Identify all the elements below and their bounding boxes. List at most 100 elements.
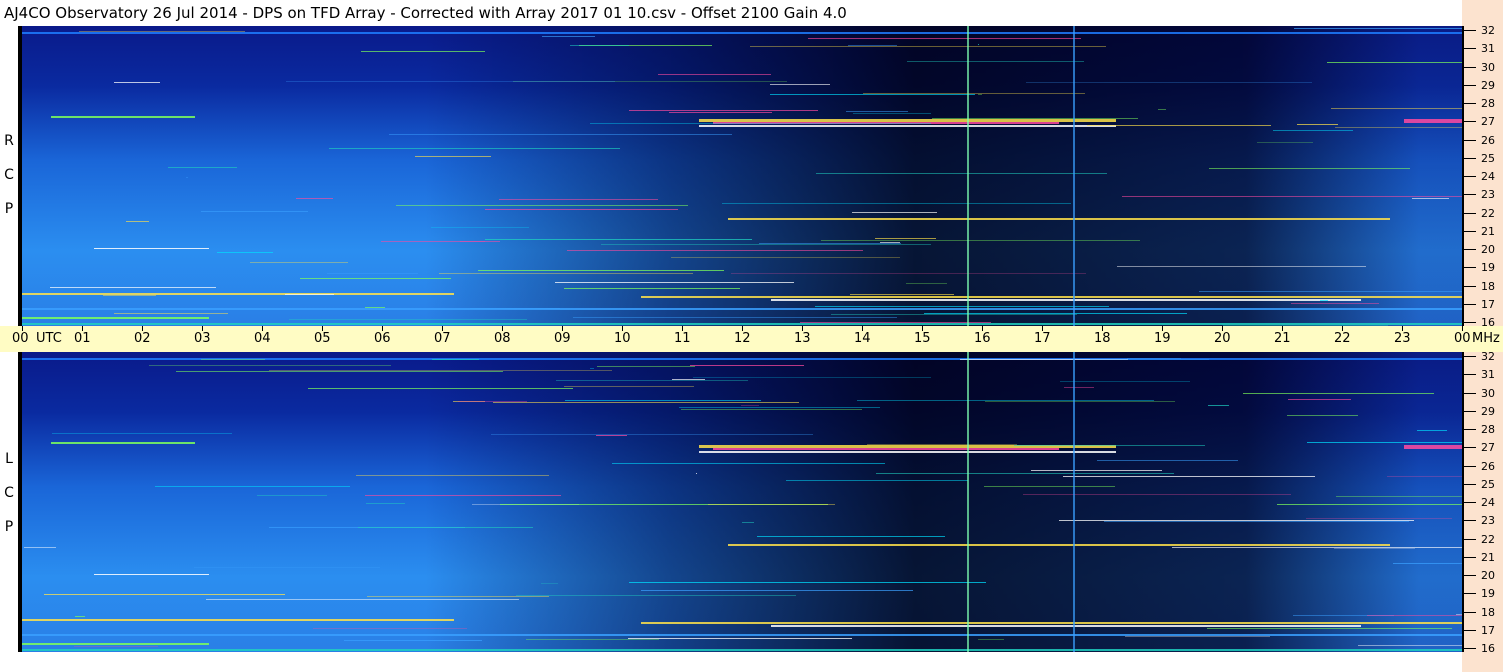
- signal-streak: [985, 401, 1176, 402]
- signal-streak: [565, 400, 761, 401]
- signal-streak: [875, 473, 1174, 474]
- signal-streak: [853, 113, 931, 114]
- signal-streak: [978, 639, 1005, 640]
- signal-streak: [692, 377, 931, 378]
- signal-streak: [74, 646, 159, 647]
- pol-label-c2: C: [4, 485, 14, 501]
- signal-streak: [194, 567, 381, 568]
- signal-streak: [285, 294, 334, 295]
- signal-streak: [167, 167, 238, 168]
- freq-tick-mark: [1462, 157, 1476, 159]
- signal-streak: [113, 82, 161, 83]
- rcp-frequency-axis: 32 31 30 29 28 27 26 25 24 23 22 21 20 19 18 17 16: [1462, 24, 1503, 328]
- freq-tick-label: 24: [1481, 170, 1495, 183]
- time-tick-label: 04: [254, 331, 271, 346]
- signal-band: [770, 625, 1362, 627]
- freq-tick-mark: [1462, 322, 1476, 323]
- signal-streak: [1060, 381, 1190, 382]
- freq-tick-label: 23: [1481, 514, 1495, 528]
- signal-streak: [1208, 405, 1229, 406]
- signal-streak: [155, 486, 350, 487]
- signal-streak: [628, 638, 852, 639]
- signal-streak: [525, 639, 660, 640]
- freq-tick-label: 32: [1481, 24, 1495, 37]
- signal-band: [770, 299, 1362, 301]
- signal-streak: [1121, 196, 1462, 197]
- signal-streak: [1272, 130, 1353, 131]
- freq-tick-mark: [1462, 575, 1476, 576]
- signal-streak: [907, 61, 1084, 62]
- freq-tick-mark: [1462, 483, 1476, 485]
- signal-streak: [590, 368, 594, 369]
- freq-tick-mark: [1462, 593, 1476, 595]
- signal-streak: [808, 38, 1082, 39]
- freq-tick-mark: [1462, 374, 1476, 376]
- signal-streak: [268, 370, 613, 371]
- signal-band: [22, 308, 1462, 310]
- signal-streak: [1199, 291, 1462, 292]
- freq-tick-mark: [1462, 267, 1476, 269]
- signal-streak: [566, 250, 864, 251]
- time-tick-label: 12: [734, 331, 751, 346]
- signal-streak: [977, 44, 979, 45]
- rcp-spectrogram[interactable]: [22, 26, 1462, 326]
- freq-tick-label: 18: [1481, 605, 1495, 619]
- signal-streak: [690, 365, 805, 366]
- signal-streak: [485, 239, 752, 240]
- signal-streak: [1335, 127, 1462, 128]
- signal-streak: [74, 616, 85, 617]
- time-tick-label: 00: [12, 331, 29, 346]
- interference-line: [966, 26, 969, 326]
- rcp-label-strip: R C P: [0, 26, 18, 326]
- freq-tick-label: 29: [1481, 78, 1495, 92]
- freq-unit-label: MHz: [1472, 331, 1500, 346]
- freq-tick-label: 30: [1481, 60, 1495, 74]
- freq-tick-mark: [1462, 176, 1476, 177]
- freq-tick-mark: [1462, 502, 1476, 503]
- signal-streak: [491, 434, 813, 435]
- freq-tick-mark: [1462, 556, 1476, 558]
- signal-streak: [815, 173, 1107, 174]
- signal-streak: [313, 628, 467, 629]
- signal-streak: [217, 252, 273, 253]
- signal-band: [22, 32, 1462, 34]
- signal-streak: [355, 475, 549, 476]
- freq-tick-label: 19: [1481, 587, 1495, 601]
- signal-streak: [983, 486, 1115, 487]
- signal-streak: [1393, 563, 1462, 564]
- lcp-frequency-axis: 32 31 30 29 28 27 26 25 24 23 22 21 20 19 18 17 16: [1462, 351, 1503, 672]
- freq-tick-mark: [1462, 303, 1476, 305]
- time-tick-label: 15: [914, 331, 931, 346]
- signal-streak: [831, 314, 1078, 315]
- freq-tick-mark: [1462, 212, 1476, 214]
- signal-streak: [200, 211, 309, 212]
- signal-streak: [707, 504, 835, 505]
- signal-streak: [389, 134, 733, 135]
- freq-tick-mark: [1462, 356, 1476, 357]
- signal-streak: [589, 123, 932, 124]
- signal-streak: [1320, 300, 1328, 301]
- signal-streak: [611, 463, 886, 464]
- signal-streak: [50, 287, 216, 288]
- time-tick-label: 20: [1214, 331, 1231, 346]
- freq-tick-label: 22: [1481, 206, 1495, 220]
- freq-tick-mark: [1462, 121, 1476, 123]
- signal-band: [22, 619, 454, 621]
- signal-streak: [432, 359, 480, 360]
- signal-streak: [1103, 521, 1410, 522]
- signal-streak: [1026, 82, 1312, 83]
- lcp-spectrogram[interactable]: [22, 352, 1462, 652]
- time-tick-label: 14: [854, 331, 871, 346]
- signal-streak: [114, 313, 228, 314]
- signal-streak: [1367, 615, 1462, 616]
- signal-streak: [249, 262, 348, 263]
- signal-streak: [1090, 359, 1209, 360]
- signal-streak: [541, 36, 596, 37]
- time-tick-label: 23: [1394, 331, 1411, 346]
- freq-tick-label: 28: [1481, 97, 1495, 110]
- time-tick-label: 01: [74, 331, 91, 346]
- freq-tick-label: 22: [1481, 532, 1495, 546]
- signal-streak: [1290, 303, 1380, 304]
- window-title: AJ4CO Observatory 26 Jul 2014 - DPS on T…: [0, 0, 1462, 26]
- freq-tick-mark: [1462, 611, 1476, 613]
